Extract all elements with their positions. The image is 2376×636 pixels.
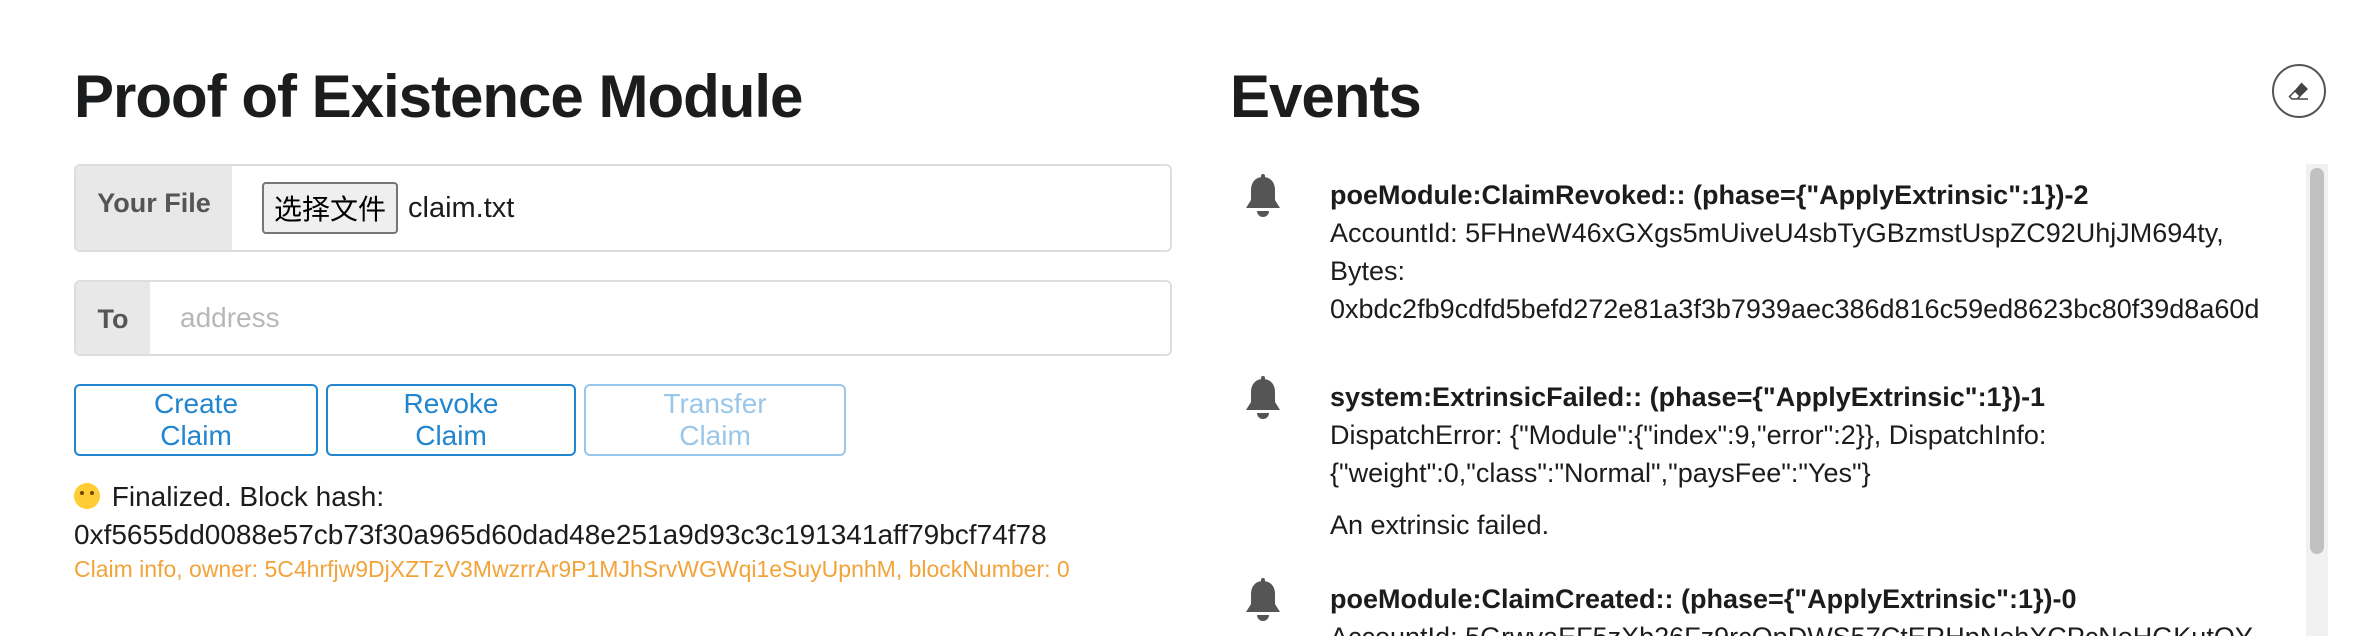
event-detail-line: Bytes: — [1330, 256, 1406, 286]
event-body: poeModule:ClaimCreated:: (phase={"ApplyE… — [1330, 580, 2253, 636]
poe-module-title: Proof of Existence Module — [74, 63, 803, 130]
eraser-icon — [2288, 82, 2308, 100]
event-title: system:ExtrinsicFailed:: (phase={"ApplyE… — [1330, 382, 2046, 412]
event-feed-scrollbar[interactable] — [2306, 164, 2328, 636]
event-detail-line: 0xbdc2fb9cdfd5befd272e81a3f3b7939aec386d… — [1330, 294, 2260, 324]
event-body: system:ExtrinsicFailed:: (phase={"ApplyE… — [1330, 378, 2046, 544]
to-input-group: To — [74, 280, 1172, 356]
bell-icon — [1246, 376, 1280, 419]
status-text: Finalized. Block hash: — [111, 481, 385, 512]
block-hash: 0xf5655dd0088e57cb73f30a965d60dad48e251a… — [74, 519, 1047, 550]
choose-file-button[interactable]: 选择文件 — [262, 182, 399, 234]
event-message: An extrinsic failed. — [1330, 510, 1550, 540]
bell-icon — [1246, 578, 1280, 621]
event-feed: poeModule:ClaimRevoked:: (phase={"ApplyE… — [1230, 164, 2310, 636]
to-label: To — [76, 282, 150, 354]
event-detail-line: DispatchError: {"Module":{"index":9,"err… — [1330, 420, 2047, 450]
claim-actions: Create Claim Revoke Claim Transfer Claim — [74, 384, 846, 456]
event-detail-line: AccountId: 5GrwvaEF5zXb26Fz9rcQpDWS57CtE… — [1330, 618, 2253, 636]
scrollbar-thumb[interactable] — [2310, 168, 2324, 554]
claim-info: Claim info, owner: 5C4hrfjw9DjXZTzV3Mwzr… — [74, 556, 1070, 582]
create-claim-button[interactable]: Create Claim — [74, 384, 318, 456]
clear-events-button[interactable] — [2272, 64, 2326, 118]
app-page: Proof of Existence Module Your File 选择文件… — [0, 0, 2376, 636]
file-picker: 选择文件 claim.txt — [232, 166, 514, 250]
event-body: poeModule:ClaimRevoked:: (phase={"ApplyE… — [1330, 176, 2259, 328]
event-title: poeModule:ClaimRevoked:: (phase={"ApplyE… — [1330, 180, 2089, 210]
wink-emoji-icon — [74, 483, 100, 509]
address-input[interactable] — [150, 282, 1170, 354]
selected-file-name: claim.txt — [408, 191, 515, 224]
events-title: Events — [1230, 63, 1422, 130]
events-panel: Events poeModule:ClaimRevoked:: (phase={… — [1230, 0, 2376, 636]
file-input-group: Your File 选择文件 claim.txt — [74, 164, 1172, 252]
bell-icon — [1246, 174, 1280, 217]
event-detail-line: {"weight":0,"class":"Normal","paysFee":"… — [1330, 458, 1871, 488]
tx-status: Finalized. Block hash: 0xf5655dd0088e57c… — [74, 478, 1047, 554]
transfer-claim-button: Transfer Claim — [584, 384, 846, 456]
revoke-claim-button[interactable]: Revoke Claim — [326, 384, 576, 456]
event-title: poeModule:ClaimCreated:: (phase={"ApplyE… — [1330, 584, 2077, 614]
file-label: Your File — [76, 166, 232, 250]
event-detail-line: AccountId: 5FHneW46xGXgs5mUiveU4sbTyGBzm… — [1330, 218, 2224, 248]
